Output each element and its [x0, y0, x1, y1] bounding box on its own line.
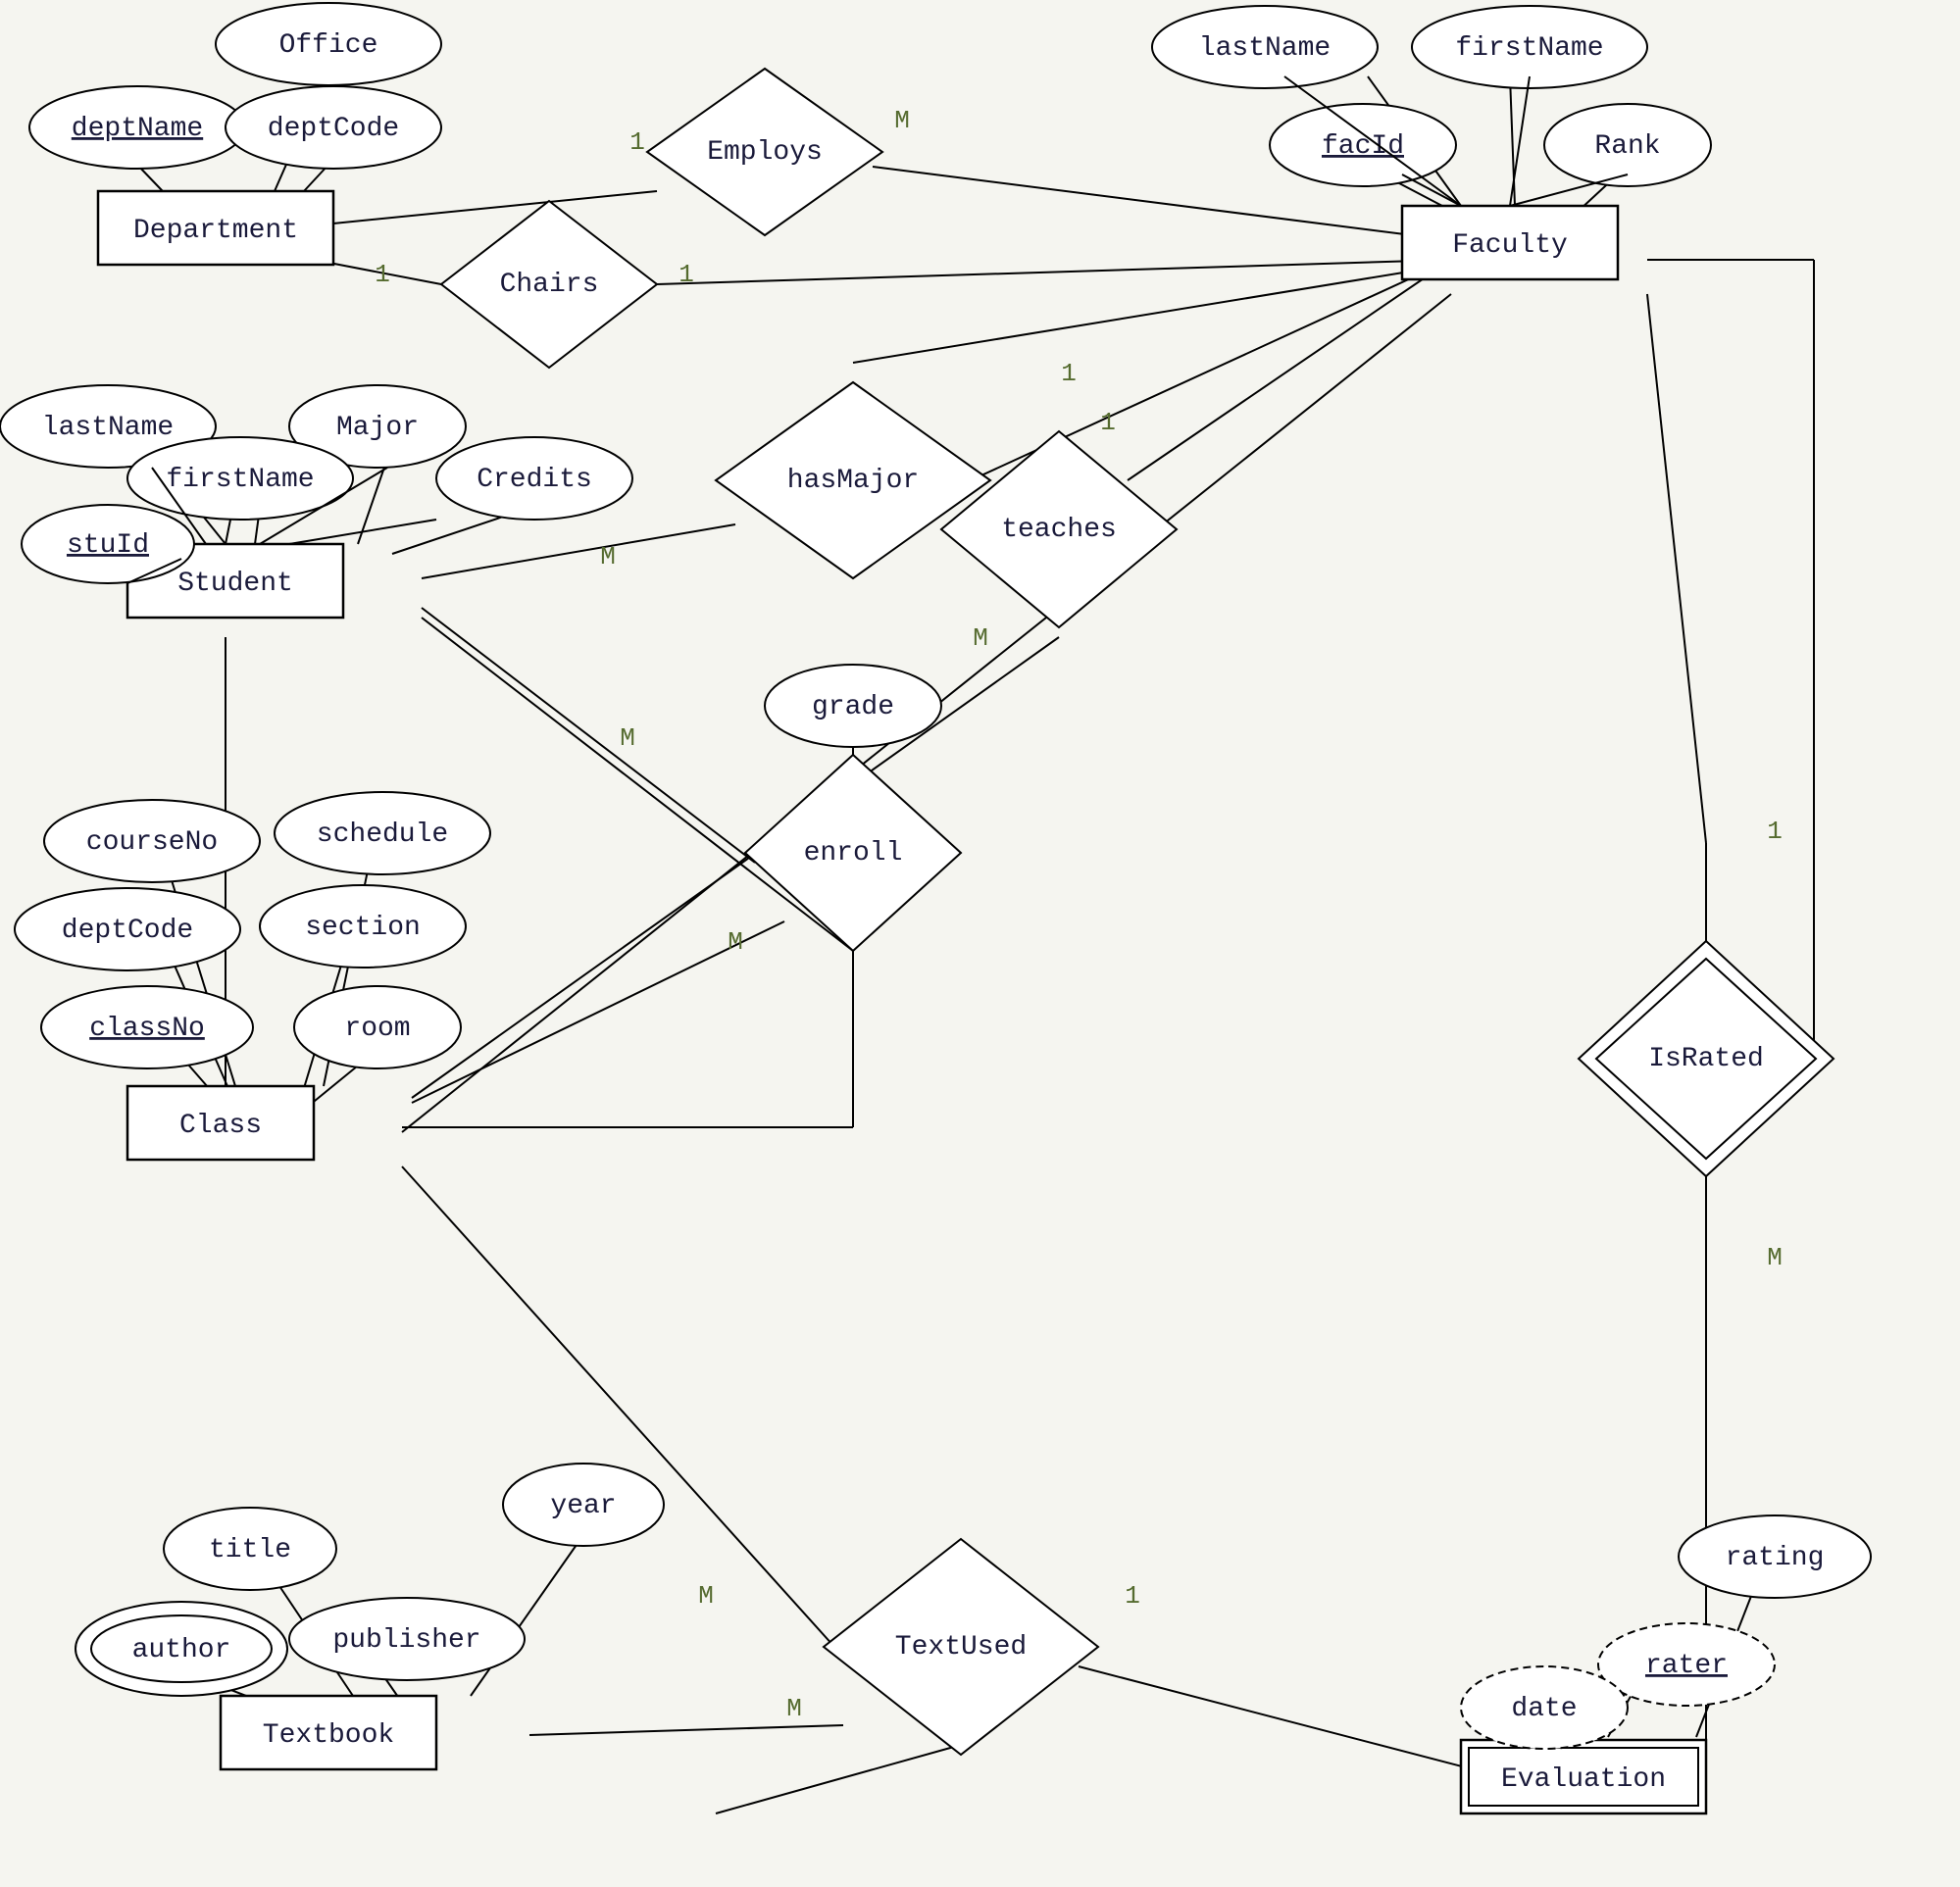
teaches-card-m: M: [973, 623, 988, 653]
textbook-label: Textbook: [263, 1720, 394, 1751]
teaches-card-1: 1: [1100, 408, 1116, 437]
section-text: section: [305, 913, 421, 943]
teaches-label: teaches: [1001, 515, 1117, 545]
class-label: Class: [179, 1111, 262, 1141]
courseno-text: courseNo: [86, 827, 218, 858]
title-text: title: [209, 1535, 291, 1565]
major-text: Major: [336, 413, 419, 443]
enroll-card-m1: M: [620, 723, 635, 753]
stuid-text: stuId: [67, 530, 149, 561]
firstname-fac-text: firstName: [1455, 33, 1603, 64]
deptcode-cls-text: deptCode: [62, 916, 193, 946]
hasmajor-card-m: M: [600, 542, 616, 571]
publisher-text: publisher: [332, 1625, 480, 1656]
rank-text: Rank: [1594, 131, 1660, 162]
facid-text: facId: [1322, 131, 1404, 162]
israted-card-1: 1: [1767, 817, 1783, 846]
schedule-text: schedule: [317, 819, 448, 850]
firstname-stu-text: firstName: [166, 465, 314, 495]
deptcode-text: deptCode: [268, 114, 399, 144]
grade-text: grade: [812, 692, 894, 722]
israted-card-m: M: [1767, 1243, 1783, 1272]
enroll-label: enroll: [804, 838, 903, 869]
hasmajor-label: hasMajor: [787, 466, 919, 496]
rater-text: rater: [1645, 1651, 1728, 1681]
evaluation-label: Evaluation: [1501, 1764, 1666, 1795]
chairs-label: Chairs: [500, 270, 599, 300]
chairs-card-1b: 1: [678, 260, 694, 289]
classno-text: classNo: [89, 1014, 205, 1044]
textused-label: TextUsed: [895, 1632, 1027, 1663]
hasmajor-card-1: 1: [1061, 359, 1077, 388]
enroll-card-m2: M: [728, 927, 743, 957]
credits-text: Credits: [477, 465, 592, 495]
author-text: author: [132, 1635, 231, 1665]
office-text: Office: [279, 30, 378, 61]
israted-label: IsRated: [1648, 1044, 1764, 1074]
employs-card-m: M: [894, 106, 910, 135]
textused-card-m2: M: [786, 1694, 802, 1723]
textused-card-m1: M: [698, 1581, 714, 1611]
employs-card-1: 1: [629, 127, 645, 157]
student-label: Student: [177, 569, 293, 599]
lastname-fac-text: lastName: [1199, 33, 1331, 64]
deptname-text: deptName: [72, 114, 203, 144]
faculty-label: Faculty: [1452, 230, 1568, 261]
textused-card-1: 1: [1125, 1581, 1140, 1611]
rating-text: rating: [1726, 1543, 1825, 1573]
employs-label: Employs: [707, 137, 823, 168]
date-text: date: [1511, 1694, 1577, 1724]
department-label: Department: [133, 216, 298, 246]
chairs-card-1a: 1: [375, 260, 390, 289]
lastname-stu-text: lastName: [42, 413, 174, 443]
year-text: year: [550, 1491, 616, 1521]
room-text: room: [344, 1014, 410, 1044]
